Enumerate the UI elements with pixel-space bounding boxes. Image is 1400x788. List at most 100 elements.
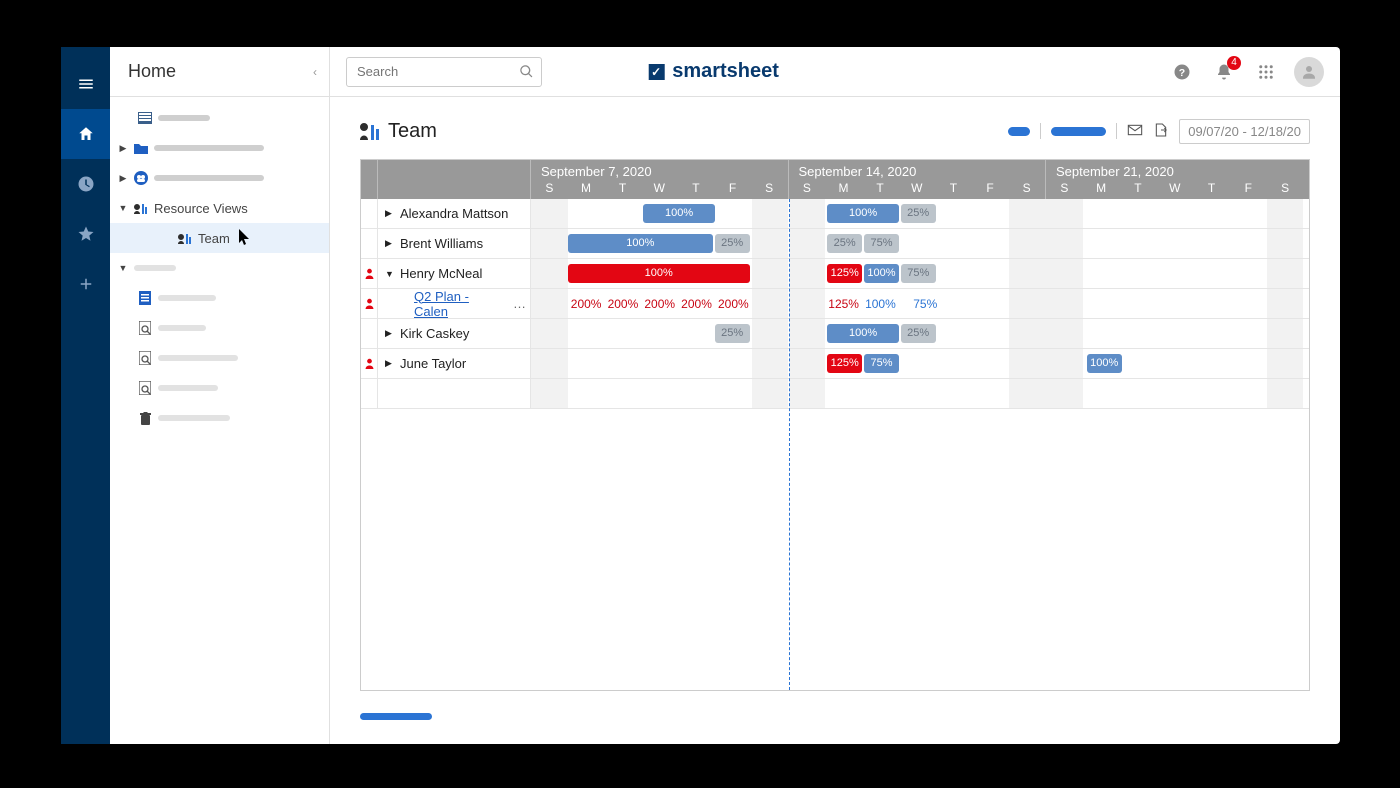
- grid-body: ▶Alexandra Mattson 100% 100% 25%: [361, 199, 1309, 690]
- tree-item-sheet[interactable]: [110, 283, 329, 313]
- apps-button[interactable]: [1252, 58, 1280, 86]
- allocation-bar[interactable]: 25%: [827, 234, 862, 253]
- collapse-panel-button[interactable]: ‹: [313, 65, 317, 79]
- side-panel-header: Home ‹: [110, 47, 329, 97]
- tree-item-folder-1[interactable]: ▶: [110, 133, 329, 163]
- allocation-bar[interactable]: 25%: [901, 204, 936, 223]
- week-label: September 21, 2020: [1046, 160, 1304, 179]
- cursor-icon: [238, 229, 252, 250]
- table-row[interactable]: Q2 Plan - Calen … 200% 200% 200% 200% 200…: [361, 289, 1309, 319]
- allocation-text: 75%: [907, 289, 944, 319]
- tree-item-trash[interactable]: [110, 403, 329, 433]
- allocation-text: 200%: [568, 289, 605, 319]
- report-icon: [138, 321, 152, 335]
- date-range-input[interactable]: 09/07/20 - 12/18/20: [1179, 119, 1310, 144]
- allocation-bar[interactable]: 75%: [901, 264, 936, 283]
- tree-item-report[interactable]: [110, 313, 329, 343]
- search-icon: [519, 64, 534, 79]
- tree-item-workspaces[interactable]: ▶: [110, 163, 329, 193]
- user-avatar[interactable]: [1294, 57, 1324, 87]
- report-icon: [138, 381, 152, 395]
- allocation-bar[interactable]: 125%: [827, 264, 862, 283]
- allocation-bar[interactable]: 25%: [715, 324, 750, 343]
- tree-item-report[interactable]: [110, 373, 329, 403]
- content-area: Team 09/07/20 - 12/18/20 September 7, 20…: [330, 97, 1340, 744]
- week-label: September 14, 2020: [789, 160, 1046, 179]
- top-bar: smartsheet ? 4: [330, 47, 1340, 97]
- mail-button[interactable]: [1127, 122, 1143, 141]
- allocation-text: 200%: [605, 289, 642, 319]
- overallocation-icon: [361, 289, 378, 318]
- grid-header: September 7, 2020SMTWTFS September 14, 2…: [361, 160, 1309, 199]
- allocation-text: 200%: [641, 289, 678, 319]
- svg-text:?: ?: [1179, 66, 1185, 78]
- sheet-icon: [138, 111, 152, 125]
- toolbar-placeholder[interactable]: [1051, 127, 1106, 136]
- allocation-bar[interactable]: 100%: [568, 264, 750, 283]
- nav-favorites-button[interactable]: [61, 209, 110, 259]
- check-icon: [648, 64, 664, 80]
- resource-name: Henry McNeal: [400, 266, 482, 281]
- resource-view-icon: [178, 231, 192, 245]
- page-title: Team: [360, 120, 437, 143]
- task-link[interactable]: Q2 Plan - Calen: [414, 289, 503, 319]
- search-input[interactable]: [346, 57, 542, 87]
- resource-grid: September 7, 2020SMTWTFS September 14, 2…: [360, 159, 1310, 691]
- tree-item-resource-views[interactable]: ▼Resource Views: [110, 193, 329, 223]
- allocation-bar[interactable]: 100%: [827, 204, 899, 223]
- tree-item-report[interactable]: [110, 343, 329, 373]
- table-row[interactable]: ▶Kirk Caskey 25% 100% 25%: [361, 319, 1309, 349]
- resource-name: June Taylor: [400, 356, 466, 371]
- allocation-bar[interactable]: 25%: [715, 234, 750, 253]
- tree-item-sheets[interactable]: [110, 103, 329, 133]
- week-label: September 7, 2020: [531, 160, 788, 179]
- tree-item-collapsed[interactable]: ▼: [110, 253, 329, 283]
- allocation-bar[interactable]: 75%: [864, 354, 899, 373]
- allocation-text: 125%: [825, 289, 862, 319]
- nav-recents-button[interactable]: [61, 159, 110, 209]
- allocation-bar[interactable]: 100%: [1087, 354, 1122, 373]
- allocation-bar[interactable]: 100%: [827, 324, 899, 343]
- trash-icon: [138, 411, 152, 425]
- allocation-text: 200%: [715, 289, 752, 319]
- overallocation-icon: [361, 349, 378, 378]
- tree-item-team[interactable]: Team: [110, 223, 329, 253]
- search-box: [346, 57, 542, 87]
- allocation-text: 200%: [678, 289, 715, 319]
- table-row: [361, 379, 1309, 409]
- allocation-bar[interactable]: 75%: [864, 234, 899, 253]
- tree-label: Resource Views: [154, 201, 248, 216]
- table-row[interactable]: ▶Brent Williams 100% 25% 25% 75%: [361, 229, 1309, 259]
- more-icon[interactable]: …: [513, 296, 526, 311]
- menu-toggle-button[interactable]: [61, 59, 110, 109]
- allocation-bar[interactable]: 25%: [901, 324, 936, 343]
- table-row[interactable]: ▼Henry McNeal 100% 125% 100% 75%: [361, 259, 1309, 289]
- nav-home-button[interactable]: [61, 109, 110, 159]
- table-row[interactable]: ▶Alexandra Mattson 100% 100% 25%: [361, 199, 1309, 229]
- footer-placeholder[interactable]: [360, 713, 432, 720]
- notifications-button[interactable]: 4: [1210, 58, 1238, 86]
- allocation-bar[interactable]: 100%: [568, 234, 713, 253]
- export-button[interactable]: [1153, 122, 1169, 141]
- folder-icon: [134, 141, 148, 155]
- brand-logo: smartsheet: [648, 60, 779, 83]
- table-row[interactable]: ▶June Taylor 125% 75% 100%: [361, 349, 1309, 379]
- resource-name: Alexandra Mattson: [400, 206, 508, 221]
- main-area: smartsheet ? 4 Team: [330, 47, 1340, 744]
- allocation-bar[interactable]: 125%: [827, 354, 862, 373]
- help-button[interactable]: ?: [1168, 58, 1196, 86]
- notification-badge: 4: [1227, 56, 1241, 70]
- sheet-icon: [138, 291, 152, 305]
- browse-tree: ▶ ▶ ▼Resource Views Team ▼: [110, 97, 329, 439]
- workspace-icon: [134, 171, 148, 185]
- resource-name: Brent Williams: [400, 236, 483, 251]
- allocation-text: 100%: [862, 289, 899, 319]
- allocation-bar[interactable]: 100%: [643, 204, 715, 223]
- tree-label: Team: [198, 231, 230, 246]
- nav-add-button[interactable]: [61, 259, 110, 309]
- resource-view-icon: [360, 122, 380, 140]
- allocation-bar[interactable]: 100%: [864, 264, 899, 283]
- overallocation-icon: [361, 259, 378, 288]
- resource-view-icon: [134, 201, 148, 215]
- toolbar-placeholder[interactable]: [1008, 127, 1030, 136]
